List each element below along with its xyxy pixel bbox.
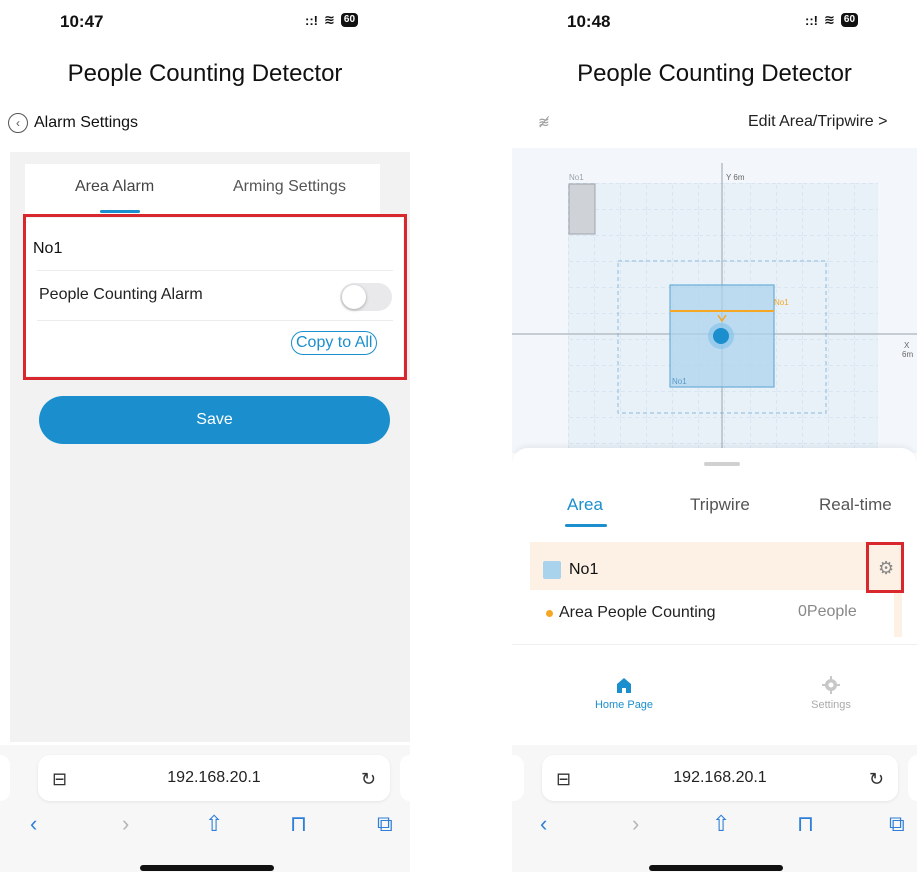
home-icon <box>617 678 631 693</box>
status-time: 10:48 <box>567 12 611 31</box>
tab-area-alarm[interactable]: Area Alarm <box>75 178 154 196</box>
y-axis-label: Y 6m <box>726 173 745 182</box>
wifi-icon: ≋ <box>324 12 335 27</box>
nav-settings-label: Settings <box>811 699 851 711</box>
signal-icon: ::! <box>305 12 318 28</box>
people-count-value: 0People <box>798 603 857 620</box>
status-bar: 10:48 ::! ≋ 60 <box>512 0 917 40</box>
tab-area[interactable]: Area <box>567 495 603 515</box>
back-icon[interactable]: ‹ <box>30 811 37 837</box>
back-icon[interactable]: ‹ <box>540 811 547 837</box>
browser-nav: ‹ › ⇧ ⊓ ⧉ <box>0 807 410 843</box>
signal-icon: ::! <box>805 12 818 28</box>
page-menu-icon[interactable]: ⊟ <box>556 769 571 790</box>
count-row: Area People Counting 0People <box>530 590 902 637</box>
tab-bar: Area Alarm Arming Settings <box>25 164 380 214</box>
bookmarks-icon[interactable]: ⊓ <box>797 811 814 837</box>
detection-area-map[interactable]: No1 Y 6m X 6m No1 No1 <box>512 148 917 453</box>
nav-home-page[interactable]: Home Page <box>584 675 664 711</box>
wifi-icon: ≋ <box>824 12 835 27</box>
reload-icon[interactable]: ↻ <box>869 769 884 790</box>
area-color-swatch <box>543 561 561 579</box>
status-icons: ::! ≋ 60 <box>305 12 359 28</box>
browser-nav: ‹ › ⇧ ⊓ ⧉ <box>512 807 917 843</box>
status-icons: ::! ≋ 60 <box>805 12 859 28</box>
page-title: People Counting Detector <box>67 60 343 87</box>
phone-left-screen: 10:47 ::! ≋ 60 People Counting Detector … <box>0 0 410 872</box>
reload-icon[interactable]: ↻ <box>361 769 376 790</box>
bookmarks-icon[interactable]: ⊓ <box>290 811 307 837</box>
battery-icon: 60 <box>340 13 359 27</box>
forward-icon[interactable]: › <box>632 811 639 837</box>
highlight-box <box>23 214 407 380</box>
tab-real-time[interactable]: Real-time <box>819 495 892 515</box>
bottom-navigation: Home Page Settings <box>512 644 917 748</box>
browser-toolbar: ⊟ 192.168.20.1 ↻ ‹ › ⇧ ⊓ ⧉ <box>0 745 410 872</box>
highlight-box <box>866 542 904 593</box>
next-tab-pill <box>400 755 410 801</box>
nav-home-label: Home Page <box>594 699 654 711</box>
tab-arming-settings[interactable]: Arming Settings <box>233 178 346 196</box>
status-dot <box>546 610 553 617</box>
tab-tripwire[interactable]: Tripwire <box>690 495 750 515</box>
status-bar: 10:47 ::! ≋ 60 <box>0 0 410 40</box>
previous-tab-pill <box>0 755 10 801</box>
settings-gear-icon <box>822 676 840 694</box>
wifi-off-icon: ≋̸ <box>538 114 550 130</box>
edit-area-tripwire-link[interactable]: Edit Area/Tripwire > <box>748 113 887 131</box>
tabs-icon[interactable]: ⧉ <box>889 811 905 837</box>
home-indicator <box>649 865 783 871</box>
bottom-sheet: Area Tripwire Real-time No1 ⚙ Area Peopl… <box>512 448 917 748</box>
browser-toolbar: ⊟ 192.168.20.1 ↻ ‹ › ⇧ ⊓ ⧉ <box>512 745 917 872</box>
sheet-drag-handle[interactable] <box>704 462 740 466</box>
home-indicator <box>140 865 274 871</box>
map-canvas: No1 Y 6m X 6m No1 No1 <box>512 163 917 453</box>
area-marker-gray[interactable] <box>568 183 596 235</box>
tripwire-tag: No1 <box>774 298 789 307</box>
x-axis-label-top: X <box>904 341 910 350</box>
status-time: 10:47 <box>60 12 104 31</box>
share-icon[interactable]: ⇧ <box>712 811 730 837</box>
back-button[interactable]: ‹ Alarm Settings <box>8 113 138 133</box>
active-tab-indicator <box>100 210 140 213</box>
active-tab-indicator <box>565 524 607 527</box>
chevron-left-icon: ‹ <box>8 113 28 133</box>
area-name: No1 <box>569 561 599 578</box>
nav-settings[interactable]: Settings <box>791 675 871 711</box>
address-bar[interactable]: ⊟ 192.168.20.1 ↻ <box>38 755 390 801</box>
area-tag-top: No1 <box>569 173 584 182</box>
address-bar[interactable]: ⊟ 192.168.20.1 ↻ <box>542 755 898 801</box>
save-button[interactable]: Save <box>39 396 390 444</box>
share-icon[interactable]: ⇧ <box>205 811 223 837</box>
url-text: 192.168.20.1 <box>673 769 767 786</box>
x-axis-label-bottom: 6m <box>902 350 913 359</box>
tabs-icon[interactable]: ⧉ <box>377 811 393 837</box>
forward-icon[interactable]: › <box>122 811 129 837</box>
phone-right-screen: 10:48 ::! ≋ 60 People Counting Detector … <box>512 0 917 872</box>
battery-icon: 60 <box>840 13 859 27</box>
area-people-counting-label: Area People Counting <box>559 604 716 621</box>
page-title: People Counting Detector <box>577 60 852 87</box>
url-text: 192.168.20.1 <box>167 769 261 786</box>
back-label: Alarm Settings <box>34 114 139 131</box>
device-icon <box>713 328 729 344</box>
previous-tab-pill <box>512 755 524 801</box>
area-tag-bottom: No1 <box>672 377 687 386</box>
next-tab-pill <box>908 755 917 801</box>
area-list-item[interactable]: No1 ⚙ Area People Counting 0People <box>530 542 902 637</box>
page-menu-icon[interactable]: ⊟ <box>52 769 67 790</box>
